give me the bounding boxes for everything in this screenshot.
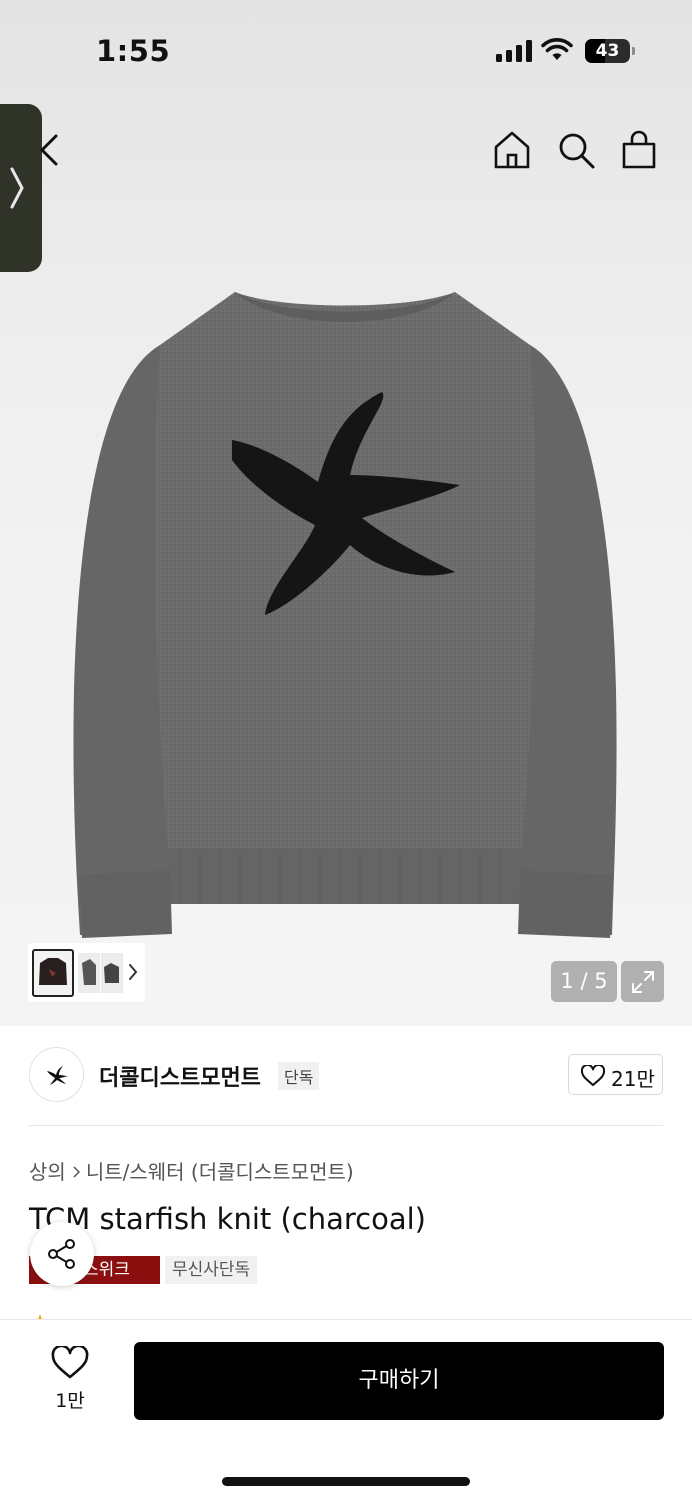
brand-row[interactable]: 더콜디스트모먼트 단독 21만: [0, 1026, 692, 1126]
wifi-icon: [541, 38, 573, 60]
brand-logo[interactable]: [29, 1047, 84, 1102]
product-title: TCM starfish knit (charcoal): [29, 1202, 426, 1236]
wishlist-button[interactable]: 1만: [40, 1346, 100, 1416]
home-icon[interactable]: [492, 130, 532, 170]
breadcrumb-category[interactable]: 상의: [29, 1156, 66, 1185]
product-image[interactable]: [60, 270, 630, 950]
starfish-logo-icon: [47, 1066, 68, 1085]
brand-like-button[interactable]: 21만: [568, 1054, 663, 1095]
buy-button[interactable]: 구매하기: [134, 1342, 664, 1420]
shopping-bag-icon[interactable]: [619, 130, 659, 170]
thumbnail-strip[interactable]: [28, 943, 145, 1002]
share-icon: [48, 1239, 75, 1269]
battery-icon: 43: [585, 39, 635, 63]
breadcrumb: 상의 니트/스웨터 (더콜디스트모먼트): [29, 1156, 354, 1185]
status-bar: 1:55 43: [0, 0, 692, 100]
status-time: 1:55: [96, 34, 171, 68]
breadcrumb-subcategory[interactable]: 니트/스웨터 (더콜디스트모먼트): [86, 1156, 354, 1185]
chevron-right-icon[interactable]: [125, 961, 141, 983]
exclusive-tag: 무신사단독: [165, 1256, 258, 1284]
divider: [29, 1125, 663, 1126]
page-indicator: 1 / 5: [551, 961, 617, 1002]
thumbnail-3[interactable]: [101, 953, 123, 993]
search-icon[interactable]: [556, 130, 596, 170]
product-gallery[interactable]: 1:55 43 1 / 5: [0, 0, 692, 1026]
heart-icon: [51, 1346, 89, 1379]
share-button[interactable]: [30, 1222, 94, 1286]
breadcrumb-separator-icon: [66, 1159, 86, 1183]
back-button[interactable]: [34, 130, 64, 170]
bottom-action-bar: 1만 구매하기: [0, 1319, 692, 1500]
cellular-signal-icon: [496, 40, 532, 62]
expand-button[interactable]: [621, 961, 664, 1002]
thumbnail-2[interactable]: [78, 953, 100, 993]
chevron-right-icon: [10, 167, 24, 209]
thumbnail-1[interactable]: [32, 949, 74, 997]
expand-icon: [632, 971, 654, 993]
heart-icon: [581, 1065, 605, 1086]
battery-level: 43: [595, 41, 620, 61]
brand-exclusive-badge: 단독: [278, 1062, 320, 1090]
brand-like-count: 21만: [611, 1067, 655, 1091]
brand-name[interactable]: 더콜디스트모먼트: [99, 1060, 261, 1092]
home-indicator[interactable]: [222, 1477, 470, 1486]
wishlist-count: 1만: [55, 1390, 85, 1412]
